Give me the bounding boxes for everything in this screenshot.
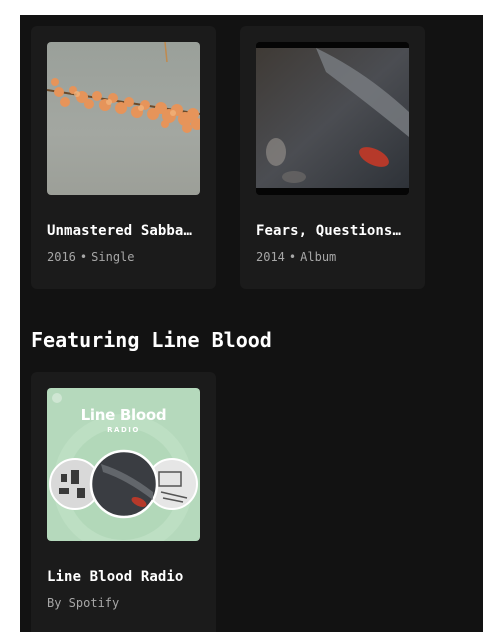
album-year: 2016 bbox=[47, 250, 76, 264]
album-card-unmastered-sabbath[interactable]: Unmastered Sabbath 2016 • Single bbox=[31, 26, 216, 289]
playlist-subtitle: By Spotify bbox=[47, 596, 120, 610]
album-meta: 2014 • Album bbox=[256, 250, 409, 264]
radio-cover-title: Line Blood bbox=[80, 406, 167, 424]
album-type: Single bbox=[91, 250, 135, 264]
album-cover-image bbox=[256, 42, 409, 195]
playlist-title[interactable]: Line Blood Radio bbox=[47, 569, 200, 585]
section-title-featuring: Featuring Line Blood bbox=[31, 328, 272, 352]
radio-cover-tag: RADIO bbox=[107, 426, 140, 434]
meta-separator: • bbox=[79, 250, 88, 264]
album-type: Album bbox=[300, 250, 337, 264]
album-title[interactable]: Unmastered Sabbath bbox=[47, 223, 200, 239]
meta-separator: • bbox=[288, 250, 297, 264]
artist-page-content: Unmastered Sabbath 2016 • Single Fears, … bbox=[20, 15, 483, 632]
album-cover-image bbox=[47, 42, 200, 195]
album-year: 2014 bbox=[256, 250, 285, 264]
album-card-fears-questions[interactable]: Fears, Questions … 2014 • Album bbox=[240, 26, 425, 289]
album-meta: 2016 • Single bbox=[47, 250, 200, 264]
album-title[interactable]: Fears, Questions … bbox=[256, 223, 409, 239]
radio-cover-image: Line Blood RADIO bbox=[47, 388, 200, 541]
playlist-card-line-blood-radio[interactable]: Line Blood RADIO Line Blood Radio By Spo… bbox=[31, 372, 216, 632]
